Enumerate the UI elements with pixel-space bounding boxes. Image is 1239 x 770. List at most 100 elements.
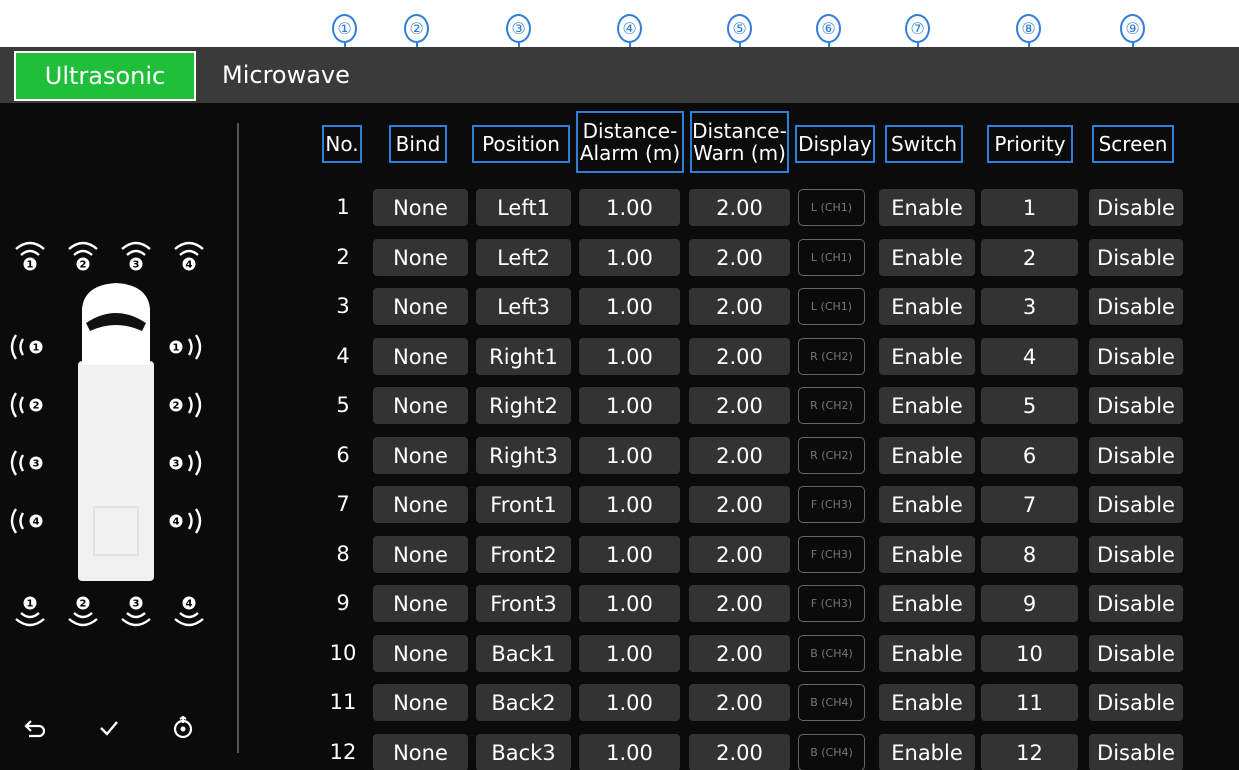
priority-cell[interactable]: 2 [981, 239, 1078, 276]
position-cell[interactable]: Front3 [476, 585, 571, 622]
warn-cell[interactable]: 2.00 [689, 189, 790, 226]
position-cell[interactable]: Right2 [476, 387, 571, 424]
check-icon[interactable] [92, 711, 126, 745]
warn-cell[interactable]: 2.00 [689, 486, 790, 523]
warn-cell[interactable]: 2.00 [689, 239, 790, 276]
position-cell[interactable]: Back1 [476, 635, 571, 672]
display-cell[interactable]: R (CH2) [798, 338, 865, 375]
alarm-cell[interactable]: 1.00 [579, 338, 680, 375]
warn-cell[interactable]: 2.00 [689, 684, 790, 721]
bind-cell[interactable]: None [373, 585, 468, 622]
alarm-cell[interactable]: 1.00 [579, 189, 680, 226]
switch-cell[interactable]: Enable [879, 437, 975, 474]
bind-cell[interactable]: None [373, 536, 468, 573]
screen-cell[interactable]: Disable [1089, 486, 1183, 523]
warn-cell[interactable]: 2.00 [689, 635, 790, 672]
display-cell[interactable]: F (CH3) [798, 536, 865, 573]
position-cell[interactable]: Right3 [476, 437, 571, 474]
switch-cell[interactable]: Enable [879, 239, 975, 276]
display-cell[interactable]: R (CH2) [798, 387, 865, 424]
priority-cell[interactable]: 1 [981, 189, 1078, 226]
screen-cell[interactable]: Disable [1089, 387, 1183, 424]
bind-cell[interactable]: None [373, 189, 468, 226]
priority-cell[interactable]: 4 [981, 338, 1078, 375]
bind-cell[interactable]: None [373, 486, 468, 523]
display-cell[interactable]: R (CH2) [798, 437, 865, 474]
switch-cell[interactable]: Enable [879, 387, 975, 424]
alarm-cell[interactable]: 1.00 [579, 585, 680, 622]
bind-cell[interactable]: None [373, 437, 468, 474]
priority-cell[interactable]: 11 [981, 684, 1078, 721]
switch-cell[interactable]: Enable [879, 536, 975, 573]
position-cell[interactable]: Back2 [476, 684, 571, 721]
position-cell[interactable]: Right1 [476, 338, 571, 375]
display-cell[interactable]: B (CH4) [798, 635, 865, 672]
tab-microwave[interactable]: Microwave [210, 47, 410, 103]
switch-cell[interactable]: Enable [879, 189, 975, 226]
display-cell[interactable]: L (CH1) [798, 288, 865, 325]
screen-cell[interactable]: Disable [1089, 734, 1183, 770]
display-cell[interactable]: L (CH1) [798, 239, 865, 276]
alarm-cell[interactable]: 1.00 [579, 486, 680, 523]
warn-cell[interactable]: 2.00 [689, 288, 790, 325]
warn-cell[interactable]: 2.00 [689, 387, 790, 424]
priority-cell[interactable]: 5 [981, 387, 1078, 424]
position-cell[interactable]: Left2 [476, 239, 571, 276]
position-cell[interactable]: Back3 [476, 734, 571, 770]
display-cell[interactable]: B (CH4) [798, 734, 865, 770]
display-cell[interactable]: L (CH1) [798, 189, 865, 226]
position-cell[interactable]: Left1 [476, 189, 571, 226]
priority-cell[interactable]: 10 [981, 635, 1078, 672]
position-cell[interactable]: Left3 [476, 288, 571, 325]
screen-cell[interactable]: Disable [1089, 536, 1183, 573]
screen-cell[interactable]: Disable [1089, 288, 1183, 325]
bind-cell[interactable]: None [373, 239, 468, 276]
alarm-cell[interactable]: 1.00 [579, 437, 680, 474]
switch-cell[interactable]: Enable [879, 585, 975, 622]
priority-cell[interactable]: 12 [981, 734, 1078, 770]
alarm-cell[interactable]: 1.00 [579, 288, 680, 325]
priority-cell[interactable]: 9 [981, 585, 1078, 622]
display-cell[interactable]: B (CH4) [798, 684, 865, 721]
alarm-cell[interactable]: 1.00 [579, 734, 680, 770]
switch-cell[interactable]: Enable [879, 734, 975, 770]
switch-cell[interactable]: Enable [879, 338, 975, 375]
bind-cell[interactable]: None [373, 338, 468, 375]
priority-cell[interactable]: 7 [981, 486, 1078, 523]
alarm-cell[interactable]: 1.00 [579, 387, 680, 424]
screen-cell[interactable]: Disable [1089, 239, 1183, 276]
switch-cell[interactable]: Enable [879, 288, 975, 325]
screen-cell[interactable]: Disable [1089, 635, 1183, 672]
priority-cell[interactable]: 6 [981, 437, 1078, 474]
warn-cell[interactable]: 2.00 [689, 734, 790, 770]
screen-cell[interactable]: Disable [1089, 684, 1183, 721]
screen-cell[interactable]: Disable [1089, 189, 1183, 226]
warn-cell[interactable]: 2.00 [689, 437, 790, 474]
alarm-cell[interactable]: 1.00 [579, 635, 680, 672]
warn-cell[interactable]: 2.00 [689, 338, 790, 375]
bind-cell[interactable]: None [373, 734, 468, 770]
display-cell[interactable]: F (CH3) [798, 585, 865, 622]
warn-cell[interactable]: 2.00 [689, 536, 790, 573]
screen-cell[interactable]: Disable [1089, 338, 1183, 375]
back-icon[interactable] [18, 711, 52, 745]
alarm-cell[interactable]: 1.00 [579, 239, 680, 276]
bind-cell[interactable]: None [373, 387, 468, 424]
priority-cell[interactable]: 3 [981, 288, 1078, 325]
bind-cell[interactable]: None [373, 635, 468, 672]
display-cell[interactable]: F (CH3) [798, 486, 865, 523]
priority-cell[interactable]: 8 [981, 536, 1078, 573]
screen-cell[interactable]: Disable [1089, 585, 1183, 622]
position-cell[interactable]: Front1 [476, 486, 571, 523]
alarm-cell[interactable]: 1.00 [579, 684, 680, 721]
switch-cell[interactable]: Enable [879, 635, 975, 672]
screen-cell[interactable]: Disable [1089, 437, 1183, 474]
alarm-cell[interactable]: 1.00 [579, 536, 680, 573]
tab-ultrasonic[interactable]: Ultrasonic [14, 51, 196, 101]
warn-cell[interactable]: 2.00 [689, 585, 790, 622]
switch-cell[interactable]: Enable [879, 486, 975, 523]
bind-cell[interactable]: None [373, 288, 468, 325]
reset-icon[interactable] [166, 711, 200, 745]
switch-cell[interactable]: Enable [879, 684, 975, 721]
bind-cell[interactable]: None [373, 684, 468, 721]
